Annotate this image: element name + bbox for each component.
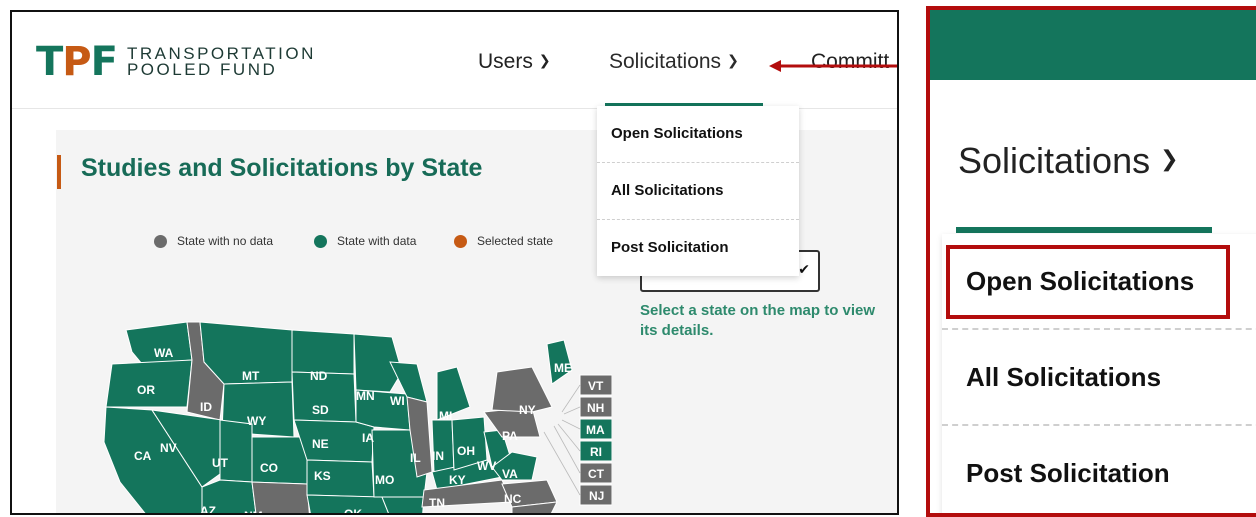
menu-item-post-solicitation[interactable]: Post Solicitation xyxy=(597,220,799,276)
state-label: MI xyxy=(439,409,452,423)
state-label: CO xyxy=(260,461,278,475)
state-label: CA xyxy=(134,449,152,463)
title-accent-bar xyxy=(57,155,61,189)
zoom-nav-solicitations[interactable]: Solicitations ❯ xyxy=(958,140,1179,182)
nav-users[interactable]: Users ❯ xyxy=(478,50,551,74)
green-dot-icon xyxy=(314,234,327,248)
legend-label: Selected state xyxy=(477,234,554,248)
state-label: WV xyxy=(477,459,496,473)
site-header: TPF TRANSPORTATION POOLED FUND Users ❯ Sol… xyxy=(12,12,897,109)
state-label: WY xyxy=(247,414,266,428)
nav-solicitations-label: Solicitations xyxy=(609,50,722,73)
state-label: KY xyxy=(449,473,466,487)
sidebox-label: RI xyxy=(590,445,602,459)
zoom-header-bar xyxy=(930,10,1256,80)
nav-solicitations[interactable]: Solicitations ❯ xyxy=(609,50,739,74)
state-label: NC xyxy=(504,492,522,506)
red-arrow-icon xyxy=(769,60,897,72)
state-label: SD xyxy=(312,403,329,417)
logo-letter-f: F xyxy=(90,39,118,85)
legend-label: State with no data xyxy=(177,234,274,248)
state-label: ME xyxy=(554,361,572,375)
state-label: MO xyxy=(375,473,394,487)
sidebox-label: CT xyxy=(588,467,605,481)
state-label: PA xyxy=(502,429,518,443)
logo-line2: POOLED FUND xyxy=(126,60,278,79)
state-nd[interactable] xyxy=(291,329,355,375)
state-label: ND xyxy=(310,369,328,383)
page-title: Studies and Solicitations by State xyxy=(81,154,483,182)
logo-text: TRANSPORTATION POOLED FUND xyxy=(126,45,316,79)
checkmark-icon: ✔ xyxy=(798,261,810,277)
sidebox-label: MA xyxy=(586,423,605,437)
zoom-menu-item-all-solicitations[interactable]: All Solicitations xyxy=(942,330,1256,426)
state-label: NM xyxy=(244,509,263,515)
state-label: AZ xyxy=(200,504,216,515)
state-label: OH xyxy=(457,444,475,458)
solicitations-dropdown: Open Solicitations All Solicitations Pos… xyxy=(597,106,799,276)
legend-with-data: State with data xyxy=(314,234,416,248)
gray-dot-icon xyxy=(154,234,167,248)
state-label: IA xyxy=(362,431,374,445)
state-in[interactable] xyxy=(431,419,455,473)
menu-item-all-solicitations[interactable]: All Solicitations xyxy=(597,163,799,220)
state-label: UT xyxy=(212,456,229,470)
state-label: IN xyxy=(432,449,444,463)
tpf-logo[interactable]: TPF TRANSPORTATION POOLED FUND xyxy=(36,42,316,82)
state-label: WI xyxy=(390,394,405,408)
state-label: IL xyxy=(410,451,421,465)
state-label: ID xyxy=(200,400,212,414)
state-label: NY xyxy=(519,403,536,417)
logo-mark: TPF xyxy=(36,39,118,85)
legend-label: State with data xyxy=(337,234,417,248)
zoom-solicitations-label: Solicitations xyxy=(958,140,1151,181)
state-label: MN xyxy=(356,389,375,403)
zoom-panel: Solicitations ❯ Open Solicitations All So… xyxy=(926,6,1256,517)
zoom-menu-item-post-solicitation[interactable]: Post Solicitation xyxy=(942,426,1256,513)
small-states-sidebox: VT NH MA RI CT NJ xyxy=(543,374,612,506)
state-ut[interactable] xyxy=(219,419,253,483)
sidebox-label: VT xyxy=(588,379,604,393)
state-label: OR xyxy=(137,383,155,397)
state-label: SC xyxy=(490,513,507,515)
sidebox-label: NH xyxy=(587,401,604,415)
legend-selected: Selected state xyxy=(454,234,553,248)
state-label: OK xyxy=(344,507,362,515)
nav-users-label: Users xyxy=(478,50,533,73)
menu-item-open-solicitations[interactable]: Open Solicitations xyxy=(597,106,799,163)
chevron-down-icon: ❯ xyxy=(1160,146,1179,171)
screenshot-panel: TPF TRANSPORTATION POOLED FUND Users ❯ Sol… xyxy=(10,10,899,515)
select-hint: Select a state on the map to view its de… xyxy=(640,302,876,339)
state-label: KS xyxy=(314,469,331,483)
state-label: NE xyxy=(312,437,329,451)
state-label: VA xyxy=(502,467,518,481)
zoom-active-underline xyxy=(956,227,1212,233)
state-label: WA xyxy=(154,346,174,360)
legend-no-data: State with no data xyxy=(154,234,273,248)
sidebox-label: NJ xyxy=(589,489,604,503)
orange-dot-icon xyxy=(454,234,467,248)
logo-letter-p: P xyxy=(62,39,91,85)
chevron-down-icon: ❯ xyxy=(538,51,551,68)
chevron-down-icon: ❯ xyxy=(727,51,739,68)
highlight-box xyxy=(946,245,1230,319)
us-map[interactable]: WA OR CA ID NV MT WY UT AZ CO NM ND SD N… xyxy=(92,312,612,515)
state-label: MT xyxy=(242,369,260,383)
logo-letter-t: T xyxy=(36,39,63,85)
state-label: NV xyxy=(160,441,177,455)
state-label: TN xyxy=(429,496,445,510)
state-label: AR xyxy=(378,512,396,515)
